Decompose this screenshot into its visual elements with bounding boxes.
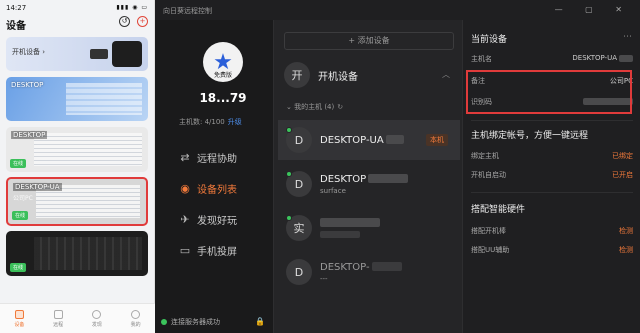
- title-bar: 向日葵远程控制 — ▢ ✕: [155, 0, 640, 20]
- screen-thumbnail: [34, 237, 142, 270]
- status-icons: ▮▮▮ ◉ ▭: [116, 4, 148, 11]
- boot-stick-row[interactable]: 搭配开机棒 检测: [471, 226, 633, 240]
- card-label: 开机设备 ›: [12, 48, 46, 56]
- device-image: [90, 49, 108, 59]
- device-card[interactable]: DESKTOP: [6, 77, 148, 121]
- nav-remote[interactable]: 远程: [53, 309, 63, 328]
- card-name: DESKTOP: [11, 131, 48, 139]
- device-name: DESKTOP: [320, 174, 409, 185]
- online-dot-icon: [286, 171, 292, 177]
- card-name: DESKTOP: [11, 81, 44, 89]
- menu-remote-assist[interactable]: ⇄ 远程协助: [179, 150, 279, 165]
- target-icon: ◉: [180, 181, 190, 195]
- desktop-app: 向日葵远程控制 — ▢ ✕ ★ 免费版 18...79 主机数: 4/100 升级…: [155, 0, 640, 333]
- devices-icon: [14, 309, 24, 319]
- compass-icon: [92, 309, 102, 319]
- detect-link[interactable]: 检测: [619, 245, 633, 255]
- device-row[interactable]: D DESKTOP surface: [278, 164, 460, 204]
- online-badge: 在线: [12, 211, 29, 220]
- device-row[interactable]: 实: [278, 208, 460, 248]
- device-card[interactable]: DESKTOP 在线: [6, 127, 148, 172]
- device-row[interactable]: D DESKTOP- ---: [278, 252, 460, 292]
- section-my-hosts: ⌄ 我的主机 (4) ↻: [286, 103, 344, 111]
- screen-thumbnail: [66, 83, 142, 115]
- uu-assist-row[interactable]: 搭配UU辅助 检测: [471, 245, 633, 259]
- sidebar: ★ 免费版 18...79 主机数: 4/100 升级 ⇄ 远程协助 ◉ 设备列表 ✈…: [155, 20, 273, 333]
- group-title: 开机设备: [318, 71, 358, 83]
- status-time: 14:27: [6, 4, 27, 12]
- upgrade-link[interactable]: 升级: [228, 118, 242, 126]
- nav-discover[interactable]: 发现: [92, 309, 102, 328]
- device-name: DESKTOP-UA: [320, 135, 404, 146]
- device-remark: ---: [320, 274, 328, 283]
- add-icon[interactable]: +: [137, 16, 148, 27]
- online-dot-icon: [286, 127, 292, 133]
- history-icon[interactable]: ↺: [119, 16, 130, 27]
- auto-start-row[interactable]: 开机自启动 已开启: [471, 170, 633, 184]
- device-image: [112, 41, 142, 67]
- device-avatar: 实: [286, 215, 312, 241]
- bind-status[interactable]: 已绑定: [612, 151, 633, 161]
- bottom-nav: 设备 远程 发现 我的: [0, 303, 155, 333]
- divider: [471, 192, 633, 193]
- auto-start-status[interactable]: 已开启: [612, 170, 633, 180]
- device-name: DESKTOP-: [320, 262, 402, 273]
- status-dot-icon: [161, 319, 167, 325]
- device-remark: surface: [320, 186, 346, 195]
- nav-me[interactable]: 我的: [131, 309, 141, 328]
- plan-level: 免费版: [213, 72, 232, 79]
- device-detail-panel: 当前设备 ⋯ 主机名 DESKTOP-UA 备注 公司PC 识别码 主机绑定帐号…: [463, 20, 640, 333]
- bind-section-title: 主机绑定帐号，方便一键远程: [471, 131, 589, 141]
- plane-icon: ✈: [180, 212, 190, 226]
- detect-link[interactable]: 检测: [619, 226, 633, 236]
- screen-icon: ▭: [179, 243, 191, 257]
- device-card[interactable]: 在线: [6, 231, 148, 276]
- user-id: 18...79: [199, 91, 247, 105]
- online-dot-icon: [286, 215, 292, 221]
- device-card-selected[interactable]: DESKTOP-UA 公司PC 在线: [6, 177, 148, 226]
- group-boot-devices[interactable]: 开 开机设备 ︿: [284, 60, 454, 90]
- page-title: 设备: [6, 21, 26, 32]
- online-badge: 在线: [10, 159, 27, 168]
- device-avatar: D: [286, 259, 312, 285]
- swap-icon: ⇄: [180, 150, 190, 164]
- device-row-selected[interactable]: D DESKTOP-UA 本机: [278, 120, 460, 160]
- more-icon[interactable]: ⋯: [623, 32, 632, 42]
- online-badge: 在线: [10, 263, 27, 272]
- device-card-boot[interactable]: 开机设备 ›: [6, 37, 148, 71]
- bind-host-row[interactable]: 绑定主机 已绑定: [471, 151, 633, 165]
- host-count: 主机数: 4/100 升级: [179, 118, 242, 126]
- app-title: 向日葵远程控制: [163, 7, 212, 15]
- menu-screen-cast[interactable]: ▭ 手机投屏: [179, 243, 279, 258]
- group-avatar: 开: [284, 62, 310, 88]
- device-avatar: D: [286, 127, 312, 153]
- screen-thumbnail: [34, 133, 142, 166]
- lock-icon[interactable]: 🔒: [255, 317, 265, 326]
- menu-device-list[interactable]: ◉ 设备列表: [179, 181, 279, 196]
- refresh-icon[interactable]: ↻: [337, 103, 343, 111]
- this-machine-badge: 本机: [426, 134, 448, 146]
- nav-devices[interactable]: 设备: [14, 309, 24, 328]
- current-device-title: 当前设备: [471, 35, 508, 45]
- host-name-row: 主机名 DESKTOP-UA: [471, 54, 633, 68]
- device-avatar: D: [286, 171, 312, 197]
- device-name: [320, 218, 380, 229]
- connection-status: 连接服务器成功: [161, 317, 220, 327]
- add-device-button[interactable]: + 添加设备: [284, 32, 454, 50]
- highlight-box: [466, 70, 632, 114]
- user-icon: [131, 309, 141, 319]
- card-name: DESKTOP-UA: [13, 183, 62, 191]
- hardware-section-title: 搭配智能硬件: [471, 205, 526, 215]
- chevron-up-icon[interactable]: ︿: [442, 69, 450, 80]
- window-controls[interactable]: — ▢ ✕: [555, 5, 632, 14]
- card-remark: 公司PC: [13, 195, 33, 202]
- device-list-panel: + 添加设备 开 开机设备 ︿ ⌄ 我的主机 (4) ↻ D DESKTOP-UA…: [273, 20, 463, 333]
- remote-icon: [53, 309, 63, 319]
- phone-panel: 14:27 ▮▮▮ ◉ ▭ 设备 ↺ + 开机设备 › DESKTOP DESK…: [0, 0, 155, 333]
- menu-discover[interactable]: ✈ 发现好玩: [179, 212, 279, 227]
- divider: [471, 120, 633, 121]
